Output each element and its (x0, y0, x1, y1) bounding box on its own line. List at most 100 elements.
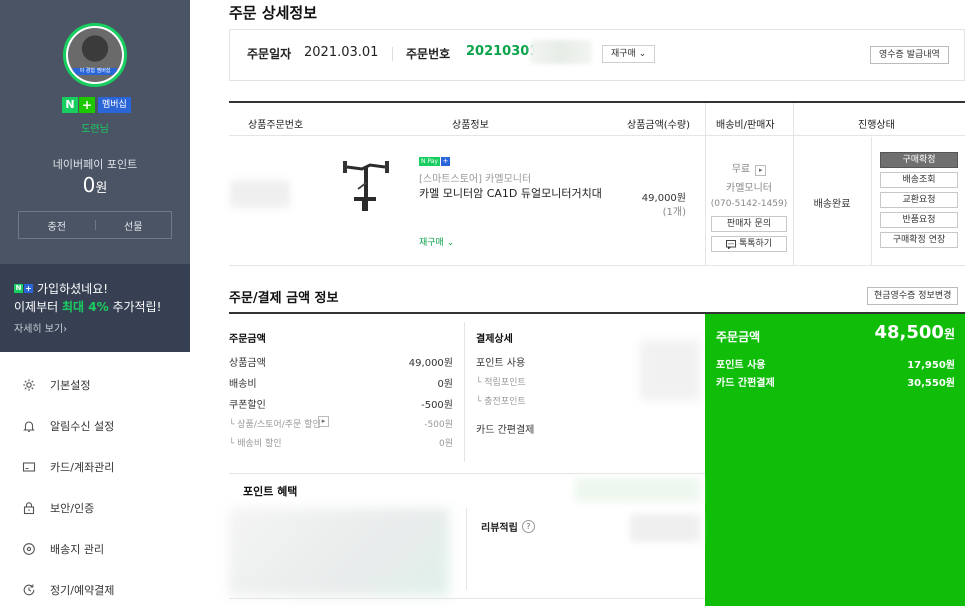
column-header-status: 진행상태 (858, 120, 895, 131)
product-thumbnail[interactable] (340, 155, 392, 215)
extend-confirmation-button[interactable]: 구매확정 연장 (880, 232, 958, 248)
redacted-detail-values (640, 340, 700, 400)
divider (229, 473, 705, 474)
menu-label: 카드/계좌관리 (50, 461, 115, 474)
product-quantity: (1개) (662, 207, 686, 218)
reorder-button[interactable]: 재구매 ⌄ (602, 45, 656, 63)
column-header-price: 상품금액(수량) (627, 120, 691, 131)
promo-prefix: 이제부터 (14, 300, 62, 314)
sub-row-value: 0원 (438, 439, 453, 449)
charge-button[interactable]: 충전 (19, 218, 95, 233)
product-price: 49,000원 (641, 193, 686, 204)
bell-icon (23, 421, 35, 432)
menu-item-settings[interactable]: 기본설정 (22, 375, 90, 395)
summary-row-value: 17,950원 (907, 360, 955, 371)
summary-total: 48,500원 (830, 322, 955, 343)
chevron-right-icon[interactable]: ▸ (755, 165, 767, 176)
promo-highlight: 최대 4% (61, 300, 109, 314)
menu-label: 기본설정 (50, 379, 91, 392)
track-delivery-button[interactable]: 배송조회 (880, 172, 958, 188)
order-date-value: 2021.03.01 (304, 45, 379, 60)
payment-section-title: 주문/결제 금액 정보 (229, 291, 339, 306)
cash-receipt-button[interactable]: 현금영수증 정보변경 (867, 287, 959, 305)
user-name: 도련님 (81, 124, 109, 135)
naver-n-icon: N (62, 97, 78, 113)
talktalk-label: 톡톡하기 (738, 239, 773, 249)
redacted-benefit-details (229, 508, 449, 596)
promo-line-1: N + 가입하셨네요! (14, 280, 108, 297)
redacted-benefit-summary (575, 478, 700, 502)
detail-sub-row: └ 적립포인트 (476, 378, 526, 388)
help-icon[interactable]: ? (521, 520, 535, 533)
promo-more-link[interactable]: 자세히 보기› (14, 320, 67, 335)
exchange-request-button[interactable]: 교환요청 (880, 192, 958, 208)
product-name[interactable]: 카멜 모니터암 CA1D 듀얼모니터거치대 (419, 185, 602, 201)
chevron-right-icon[interactable]: ▸ (318, 416, 329, 427)
avatar-image: 이 경험 멤버쉽 (68, 28, 122, 82)
receipt-history-button[interactable]: 영수증 발급내역 (870, 46, 949, 64)
summary-row-label: 카드 간편결제 (716, 378, 775, 389)
table-bottom-border (229, 265, 965, 266)
summary-label: 주문금액 (716, 330, 761, 344)
plus-icon: + (440, 157, 450, 166)
menu-item-security[interactable]: 보안/인증 (22, 498, 94, 518)
points-label: 네이버페이 포인트 (52, 158, 138, 171)
row-value: 49,000원 (408, 358, 453, 369)
membership-badge: N + 멤버십 (62, 97, 131, 113)
talktalk-button[interactable]: 톡톡하기 (711, 236, 787, 252)
return-request-button[interactable]: 반품요청 (880, 212, 958, 228)
promo-line-2: 이제부터 최대 4% 추가적립! (14, 298, 161, 315)
redacted-review-points (630, 514, 700, 542)
location-icon (23, 543, 35, 555)
row-label: 쿠폰할인 (229, 400, 266, 411)
membership-label: 멤버십 (98, 97, 131, 113)
chat-icon (725, 239, 736, 249)
sub-row-label: └ 상품/스토어/주문 할인 (229, 420, 321, 430)
detail-header: 결제상세 (476, 334, 513, 345)
avatar[interactable]: 이 경험 멤버쉽 (63, 23, 127, 87)
recurring-icon (23, 584, 35, 596)
points-actions: 충전 선물 (18, 211, 172, 239)
menu-label: 정기/예약결제 (50, 584, 115, 597)
detail-row: 카드 간편결제 (476, 425, 535, 436)
plus-icon: + (79, 97, 95, 113)
review-points-label: 리뷰적립 (481, 523, 518, 534)
menu-item-address[interactable]: 배송지 관리 (22, 539, 104, 559)
summary-row-label: 포인트 사용 (716, 360, 766, 371)
divider (871, 137, 872, 265)
seller-name: 카멜모니터 (726, 183, 772, 194)
divider (793, 103, 794, 265)
column-header-shipping-seller: 배송비/판매자 (716, 120, 775, 131)
summary-total-value: 48,500 (874, 322, 944, 343)
menu-label: 알림수신 설정 (50, 420, 115, 433)
divider (464, 322, 465, 462)
menu-item-notifications[interactable]: 알림수신 설정 (22, 416, 114, 436)
redacted-order-number (530, 40, 592, 64)
column-header-product-info: 상품정보 (452, 120, 489, 131)
status-badge: 배송완료 (813, 199, 851, 210)
sub-row-label: └ 배송비 할인 (229, 439, 282, 449)
row-value: 0원 (437, 379, 453, 390)
gift-button[interactable]: 선물 (96, 218, 172, 233)
confirm-purchase-button[interactable]: 구매확정 (880, 152, 958, 168)
row-label: 배송비 (229, 379, 257, 390)
points-value: 0원 (0, 173, 190, 197)
divider (392, 47, 393, 61)
shipping-fee-text: 무료 (731, 164, 751, 175)
lock-icon (23, 502, 35, 515)
redacted-item-number (230, 180, 290, 208)
promo-text: 가입하셨네요! (37, 282, 109, 296)
promo-suffix: 추가적립! (108, 300, 162, 314)
store-name[interactable]: [스마트스토어] 카멜모니터 (419, 170, 531, 185)
amount-header: 주문금액 (229, 334, 266, 345)
menu-item-cards[interactable]: 카드/계좌관리 (22, 457, 114, 477)
table-header (229, 103, 965, 136)
divider (229, 598, 705, 599)
reorder-link[interactable]: 재구매 ⌄ (419, 235, 454, 248)
seller-inquiry-button[interactable]: 판매자 문의 (711, 216, 787, 232)
divider (466, 508, 467, 590)
menu-item-recurring[interactable]: 정기/예약결제 (22, 580, 114, 600)
sub-row-value: -500원 (424, 420, 453, 430)
review-points: 리뷰적립? (481, 519, 535, 534)
points-amount: 0 (82, 173, 96, 197)
